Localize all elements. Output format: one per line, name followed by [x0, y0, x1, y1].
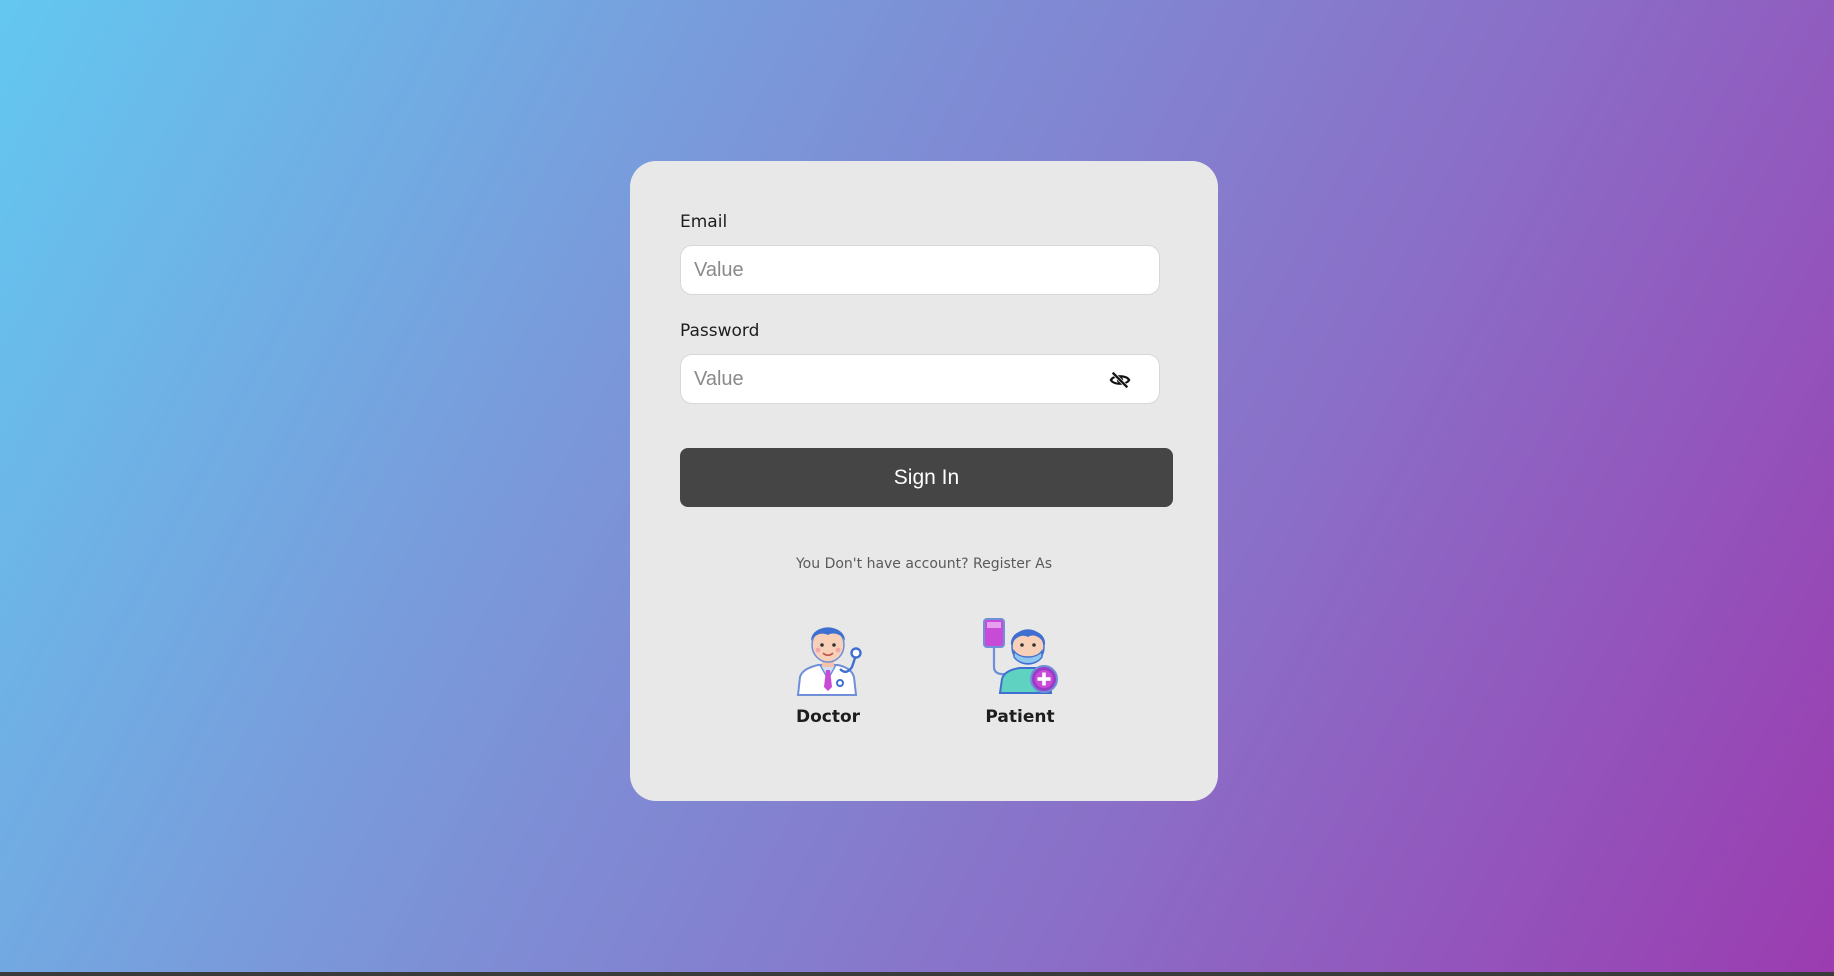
- login-card: Email Password Sign In You Don't have ac…: [630, 161, 1218, 801]
- taskbar-edge: [0, 972, 1834, 976]
- email-input[interactable]: [681, 246, 1159, 294]
- register-doctor-option[interactable]: Doctor: [768, 613, 888, 727]
- register-patient-option[interactable]: Patient: [960, 613, 1080, 727]
- eye-off-icon[interactable]: [1109, 369, 1131, 391]
- doctor-icon: [796, 627, 862, 696]
- patient-icon: [983, 618, 1058, 694]
- sign-in-button[interactable]: Sign In: [680, 448, 1173, 507]
- password-input[interactable]: [681, 355, 1159, 403]
- email-label: Email: [680, 212, 728, 232]
- email-field-wrapper: [680, 245, 1160, 295]
- password-label: Password: [680, 321, 760, 341]
- doctor-label: Doctor: [795, 707, 861, 727]
- patient-label: Patient: [985, 707, 1055, 727]
- password-field-wrapper: [680, 354, 1160, 404]
- register-prompt: You Don't have account? Register As: [795, 556, 1052, 572]
